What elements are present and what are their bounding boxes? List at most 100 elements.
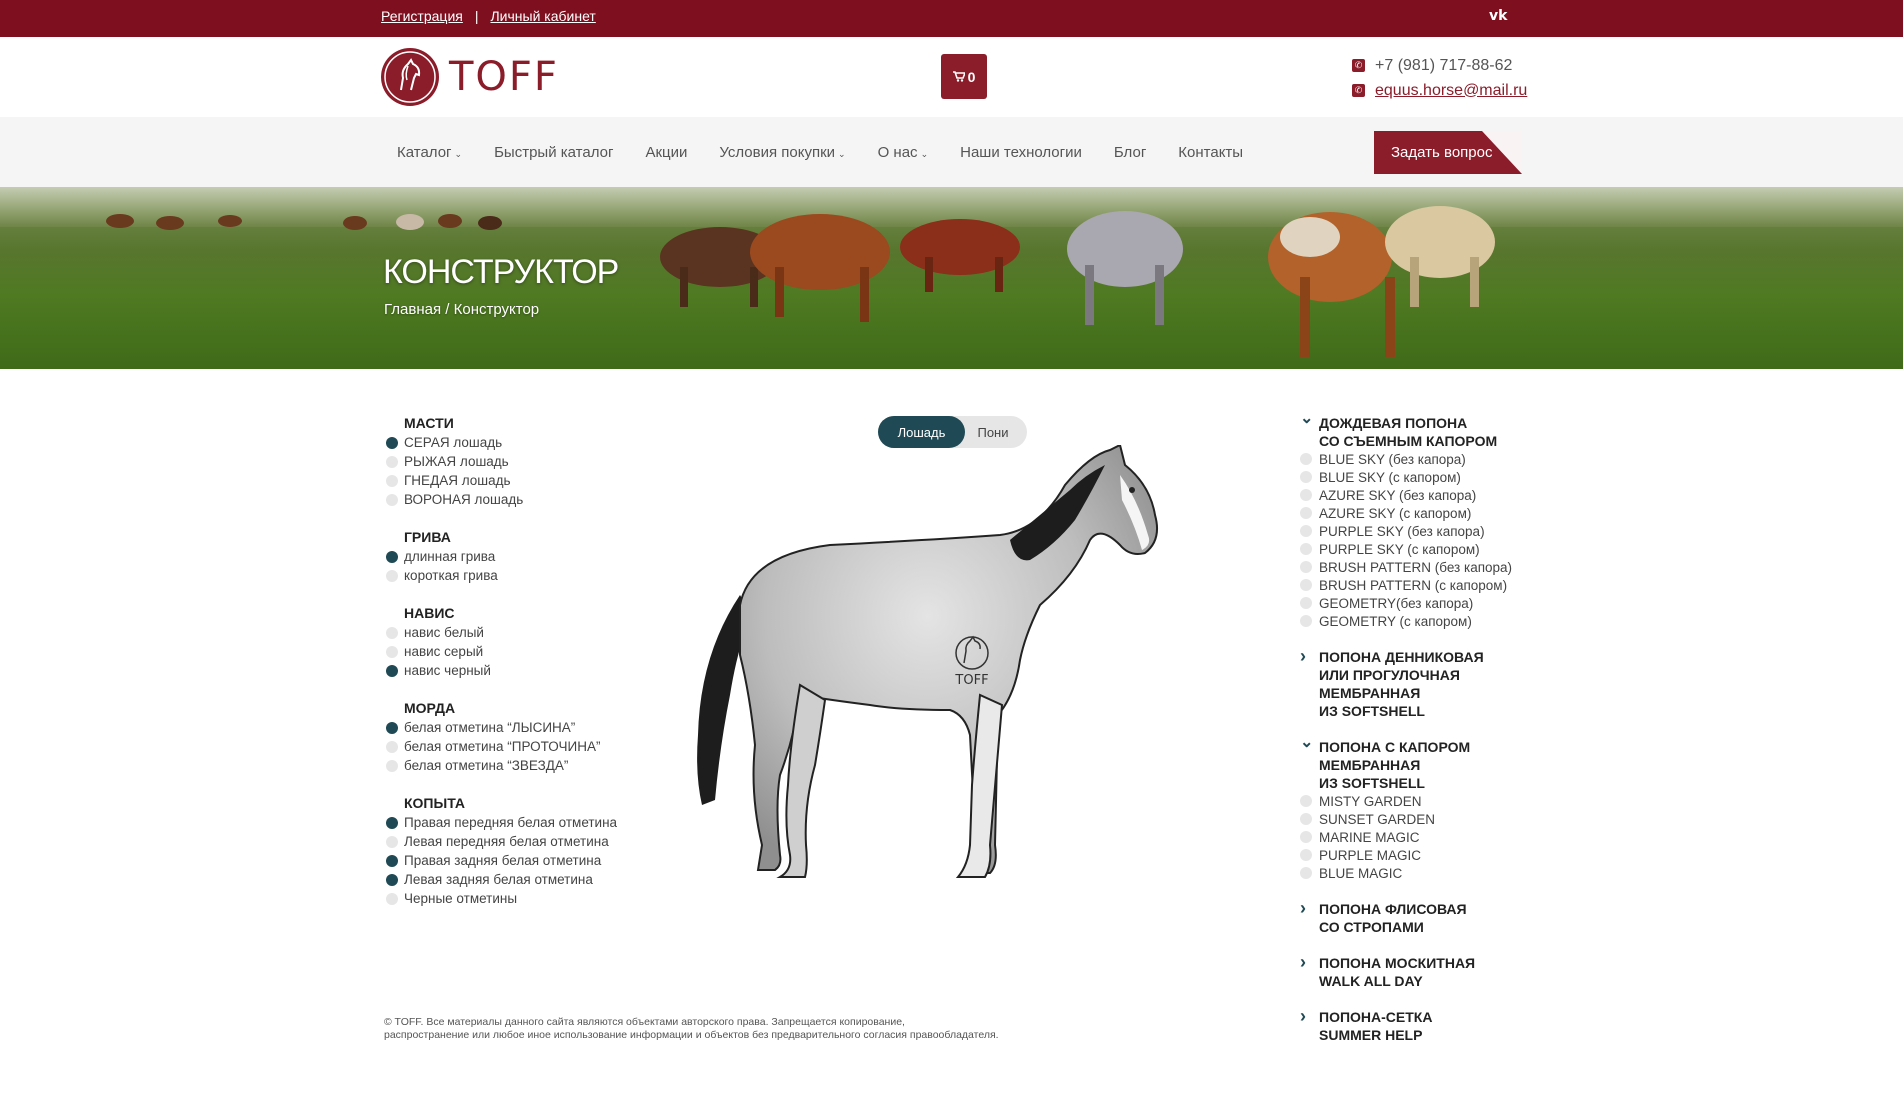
phone-icon: ✆ bbox=[1352, 84, 1365, 97]
option-radio[interactable]: навис серый bbox=[386, 642, 491, 661]
option-group-title: ГРИВА bbox=[404, 529, 451, 545]
product-category-toggle[interactable]: › ПОПОНА-СЕТКА SUMMER HELP bbox=[1300, 1006, 1540, 1044]
nav-item[interactable]: Контакты bbox=[1162, 144, 1259, 161]
product-category-toggle[interactable]: › ПОПОНА ФЛИСОВАЯ СО СТРОПАМИ bbox=[1300, 898, 1540, 936]
option-radio[interactable]: СЕРАЯ лошадь bbox=[386, 433, 523, 452]
option-radio[interactable]: Правая передняя белая отметина bbox=[386, 813, 617, 832]
nav-item-label: Блог bbox=[1113, 143, 1147, 161]
option-radio[interactable]: Левая передняя белая отметина bbox=[386, 832, 617, 851]
copyright-line: распространение или любое иное использов… bbox=[384, 1029, 999, 1041]
product-option-label: BLUE MAGIC bbox=[1319, 865, 1403, 881]
product-option[interactable]: BRUSH PATTERN (с капором) bbox=[1300, 576, 1540, 594]
product-list: MISTY GARDEN SUNSET GARDEN MARINE MAGIC PUR… bbox=[1300, 792, 1540, 882]
option-label: ВОРОНАЯ лошадь bbox=[404, 492, 524, 507]
product-category-toggle[interactable]: › ПОПОНА ДЕННИКОВАЯ ИЛИ ПРОГУЛОЧНАЯ МЕМБРАН… bbox=[1300, 647, 1540, 720]
product-option-label: BRUSH PATTERN (с капором) bbox=[1319, 577, 1508, 593]
option-radio[interactable]: ВОРОНАЯ лошадь bbox=[386, 490, 523, 509]
product-category-title: ПОПОНА МОСКИТНАЯ WALK ALL DAY bbox=[1319, 954, 1475, 990]
radio-dot-icon bbox=[386, 664, 398, 677]
option-group-griva: ГРИВА длинная грива короткая грива bbox=[386, 528, 498, 585]
option-radio[interactable]: Левая задняя белая отметина bbox=[386, 870, 617, 889]
chevron-right-icon: › bbox=[1300, 1006, 1306, 1026]
option-label: навис черный bbox=[404, 663, 491, 678]
option-label: Левая задняя белая отметина bbox=[404, 872, 593, 887]
product-option[interactable]: SUNSET GARDEN bbox=[1300, 810, 1540, 828]
nav-item[interactable]: Наши технологии bbox=[944, 144, 1098, 161]
toggle-horse[interactable]: Лошадь bbox=[878, 416, 965, 448]
product-option[interactable]: PURPLE MAGIC bbox=[1300, 846, 1540, 864]
product-option-label: BLUE SKY (с капором) bbox=[1319, 469, 1461, 485]
nav-item[interactable]: Каталог ⌄ bbox=[381, 144, 478, 161]
option-radio[interactable]: белая отметина “ЛЫСИНА” bbox=[386, 718, 600, 737]
product-category-title-line: ИЗ SOFTSHELL bbox=[1319, 775, 1425, 791]
cart-button[interactable]: 0 bbox=[941, 54, 987, 99]
nav-item-label: Наши технологии bbox=[960, 143, 1082, 161]
nav-item[interactable]: О нас ⌄ bbox=[862, 144, 945, 161]
chevron-down-icon: ⌄ bbox=[1300, 734, 1314, 751]
product-option[interactable]: BRUSH PATTERN (без капора) bbox=[1300, 558, 1540, 576]
cart-count: 0 bbox=[967, 68, 976, 85]
product-option[interactable]: BLUE SKY (с капором) bbox=[1300, 468, 1540, 486]
product-category-title: ПОПОНА ФЛИСОВАЯ СО СТРОПАМИ bbox=[1319, 900, 1467, 936]
option-label: РЫЖАЯ лошадь bbox=[404, 454, 509, 469]
product-option[interactable]: BLUE SKY (без капора) bbox=[1300, 450, 1540, 468]
product-category-toggle[interactable]: ⌄ ДОЖДЕВАЯ ПОПОНА СО СЪЕМНЫМ КАПОРОМ bbox=[1300, 411, 1540, 450]
breadcrumb-home[interactable]: Главная bbox=[384, 301, 441, 318]
product-category-toggle[interactable]: ⌄ ПОПОНА С КАПОРОМ МЕМБРАННАЯ ИЗ SOFTSHELL bbox=[1300, 734, 1540, 792]
option-radio[interactable]: навис черный bbox=[386, 661, 491, 680]
chevron-down-icon: ⌄ bbox=[454, 148, 463, 159]
radio-dot-icon bbox=[386, 569, 398, 582]
product-option[interactable]: AZURE SKY (с капором) bbox=[1300, 504, 1540, 522]
nav-item-label: Каталог bbox=[397, 143, 452, 161]
product-option[interactable]: BLUE MAGIC bbox=[1300, 864, 1540, 882]
option-radio[interactable]: длинная грива bbox=[386, 547, 498, 566]
radio-dot-icon bbox=[1300, 471, 1312, 483]
product-option[interactable]: GEOMETRY (с капором) bbox=[1300, 612, 1540, 630]
nav-item[interactable]: Быстрый каталог bbox=[478, 144, 629, 161]
product-option[interactable]: GEOMETRY(без капора) bbox=[1300, 594, 1540, 612]
toggle-pony[interactable]: Пони bbox=[965, 416, 1021, 448]
horse-preview-image: TOFF bbox=[697, 445, 1158, 878]
option-radio[interactable]: РЫЖАЯ лошадь bbox=[386, 452, 523, 471]
product-category-title-line: ПОПОНА МОСКИТНАЯ bbox=[1319, 955, 1476, 971]
option-label: белая отметина “ЗВЕЗДА” bbox=[404, 758, 569, 773]
option-radio[interactable]: Черные отметины bbox=[386, 889, 617, 908]
main-nav: Каталог ⌄ Быстрый каталог Акции Условия поку… bbox=[0, 117, 1903, 187]
horse-logo-icon bbox=[381, 48, 439, 106]
product-option[interactable]: MISTY GARDEN bbox=[1300, 792, 1540, 810]
product-option[interactable]: PURPLE SKY (без капора) bbox=[1300, 522, 1540, 540]
nav-item[interactable]: Условия покупки ⌄ bbox=[703, 144, 861, 161]
product-option[interactable]: PURPLE SKY (с капором) bbox=[1300, 540, 1540, 558]
radio-dot-icon bbox=[386, 873, 398, 886]
product-category-toggle[interactable]: › ПОПОНА МОСКИТНАЯ WALK ALL DAY bbox=[1300, 953, 1540, 990]
vk-icon[interactable]: vk bbox=[1489, 8, 1507, 24]
ask-question-button[interactable]: Задать вопрос bbox=[1374, 131, 1522, 174]
option-radio[interactable]: навис белый bbox=[386, 623, 491, 642]
site-header: TOFF 0 ✆ +7 (981) 717-88-62 ✆ equus.hors… bbox=[0, 37, 1903, 117]
email-link[interactable]: equus.horse@mail.ru bbox=[1375, 82, 1527, 100]
option-radio[interactable]: короткая грива bbox=[386, 566, 498, 585]
nav-item[interactable]: Блог bbox=[1098, 144, 1162, 161]
option-radio[interactable]: Правая задняя белая отметина bbox=[386, 851, 617, 870]
register-link[interactable]: Регистрация bbox=[381, 8, 463, 24]
breadcrumb-current: Конструктор bbox=[453, 301, 540, 318]
nav-item-label: Условия покупки bbox=[719, 143, 836, 161]
nav-item[interactable]: Акции bbox=[629, 144, 703, 161]
radio-dot-icon bbox=[386, 474, 398, 487]
option-radio[interactable]: ГНЕДАЯ лошадь bbox=[386, 471, 523, 490]
chevron-right-icon: › bbox=[1300, 898, 1306, 918]
site-logo[interactable]: TOFF bbox=[381, 47, 559, 107]
phone-number[interactable]: +7 (981) 717-88-62 bbox=[1375, 57, 1512, 75]
product-group-net: › ПОПОНА-СЕТКА SUMMER HELP bbox=[1300, 1006, 1540, 1044]
product-category-title-line: ИЛИ ПРОГУЛОЧНАЯ bbox=[1319, 667, 1460, 683]
product-option-label: BLUE SKY (без капора) bbox=[1319, 451, 1466, 467]
breadcrumb-separator: / bbox=[441, 301, 454, 318]
product-group-mosquito: › ПОПОНА МОСКИТНАЯ WALK ALL DAY bbox=[1300, 953, 1540, 990]
product-category-title-line: ПОПОНА ДЕННИКОВАЯ bbox=[1319, 649, 1484, 665]
option-radio[interactable]: белая отметина “ЗВЕЗДА” bbox=[386, 756, 600, 775]
cabinet-link[interactable]: Личный кабинет bbox=[490, 8, 595, 24]
option-radio[interactable]: белая отметина “ПРОТОЧИНА” bbox=[386, 737, 600, 756]
product-option[interactable]: MARINE MAGIC bbox=[1300, 828, 1540, 846]
option-label: Левая передняя белая отметина bbox=[404, 834, 609, 849]
product-option[interactable]: AZURE SKY (без капора) bbox=[1300, 486, 1540, 504]
